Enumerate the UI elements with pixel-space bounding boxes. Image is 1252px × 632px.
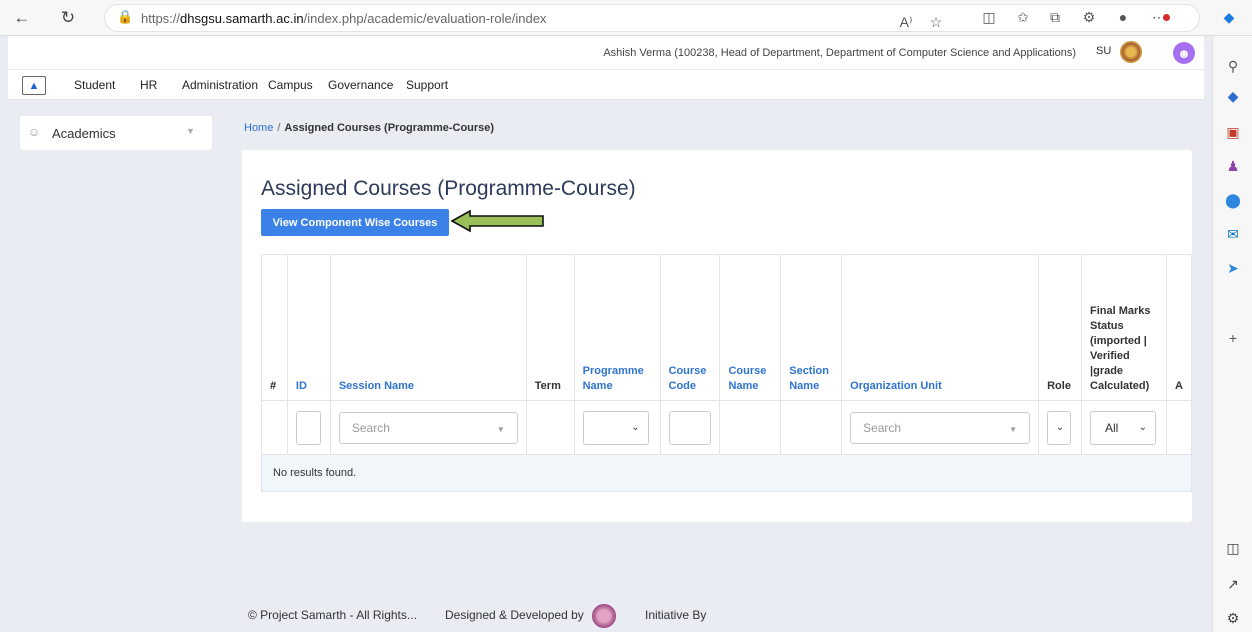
filter-cell-course-name xyxy=(719,400,782,455)
id-filter-input[interactable] xyxy=(295,410,321,445)
filter-cell-section-name xyxy=(780,400,843,455)
favorites-icon[interactable]: ✩ xyxy=(1012,6,1034,28)
send-icon[interactable]: ➤ xyxy=(1223,258,1243,278)
page-title: Assigned Courses (Programme-Course) xyxy=(261,177,636,200)
caret-down-icon: ▼ xyxy=(1009,424,1018,434)
pointer-arrow-icon xyxy=(450,209,544,233)
breadcrumb-current: Assigned Courses (Programme-Course) xyxy=(284,122,495,134)
notification-dot-icon xyxy=(1163,14,1170,21)
lock-icon: 🔒 xyxy=(117,9,134,24)
university-abbr: SU xyxy=(1096,45,1112,57)
col-course-name[interactable]: Course Name xyxy=(719,254,782,401)
footer-initiative-by: Initiative By xyxy=(645,608,707,622)
footer-copyright: © Project Samarth - All Rights... xyxy=(248,608,417,622)
university-logo[interactable] xyxy=(1120,41,1142,63)
split-screen-icon[interactable]: ◫ xyxy=(978,6,1000,28)
col-term: Term xyxy=(525,254,575,401)
sidebar-item-label: Academics xyxy=(52,126,116,141)
search-icon[interactable]: ⚲ xyxy=(1223,56,1243,76)
empty-results-message: No results found. xyxy=(261,455,1192,492)
col-final-marks-status: Final Marks Status (imported | Verified … xyxy=(1081,254,1167,401)
table-header-row: # ID Session Name Term Programme Name Co… xyxy=(261,254,1192,401)
footer-designed-by: Designed & Developed by xyxy=(445,608,584,622)
menu-item-governance[interactable]: Governance xyxy=(328,78,393,92)
role-filter-select[interactable]: ⌄ xyxy=(1047,410,1072,445)
app-header: Ashish Verma (100238, Head of Department… xyxy=(8,36,1204,70)
collections-icon[interactable]: ⧉ xyxy=(1044,6,1066,28)
chevron-down-icon: ⌄ xyxy=(1138,421,1148,433)
back-arrow-icon[interactable]: ← xyxy=(10,6,34,30)
assigned-courses-table: # ID Session Name Term Programme Name Co… xyxy=(261,254,1192,455)
users-icon: ☺ xyxy=(28,125,41,139)
filter-row: Search ▼ ⌄ Search ▼ ⌄ All ⌄ xyxy=(261,400,1192,455)
programme-filter-select[interactable]: ⌄ xyxy=(582,410,649,445)
add-icon[interactable]: + xyxy=(1223,328,1243,348)
breadcrumb: Home / Assigned Courses (Programme-Course) xyxy=(244,122,494,134)
main-menu: ▲ Student HR Administration Campus Gover… xyxy=(8,70,1204,100)
user-info: Ashish Verma (100238, Head of Department… xyxy=(603,47,1076,59)
view-component-wise-courses-button[interactable]: View Component Wise Courses xyxy=(261,209,449,236)
sidebar-item-academics[interactable]: ☺ Academics ▼ xyxy=(20,116,212,150)
url-text: https://dhsgsu.samarth.ac.in/index.php/a… xyxy=(141,11,547,26)
menu-item-support[interactable]: Support xyxy=(406,78,448,92)
games-icon[interactable]: ♟ xyxy=(1223,156,1243,176)
col-programme-name[interactable]: Programme Name xyxy=(573,254,661,401)
col-role: Role xyxy=(1038,254,1083,401)
read-aloud-icon[interactable]: A⁾ xyxy=(895,11,917,33)
col-course-code[interactable]: Course Code xyxy=(659,254,721,401)
final-marks-status-select[interactable]: All ⌄ xyxy=(1090,410,1157,445)
user-avatar-icon[interactable]: ☻ xyxy=(1173,42,1195,64)
organization-search-select[interactable]: Search ▼ xyxy=(850,411,1031,444)
final-marks-status-value: All xyxy=(1105,420,1119,435)
chevron-down-icon: ⌄ xyxy=(631,421,640,433)
breadcrumb-separator: / xyxy=(277,122,281,134)
organization-search-placeholder: Search xyxy=(863,420,902,435)
filter-cell-number xyxy=(261,400,288,455)
menu-item-campus[interactable]: Campus xyxy=(268,78,313,92)
favorite-star-icon[interactable]: ☆ xyxy=(925,11,947,33)
microsoft365-icon[interactable]: ⬤ xyxy=(1223,190,1243,210)
menu-item-student[interactable]: Student xyxy=(74,78,115,92)
content-card: Assigned Courses (Programme-Course) View… xyxy=(242,150,1192,522)
profile-icon[interactable]: ● xyxy=(1112,6,1134,28)
col-section-name[interactable]: Section Name xyxy=(780,254,843,401)
outlook-icon[interactable]: ✉ xyxy=(1223,224,1243,244)
col-number: # xyxy=(261,254,288,401)
session-search-placeholder: Search xyxy=(351,420,390,435)
course-code-filter-input[interactable] xyxy=(668,410,711,445)
col-session-name[interactable]: Session Name xyxy=(329,254,527,401)
filter-cell-term xyxy=(525,400,575,455)
filter-cell-actions xyxy=(1165,400,1192,455)
col-actions: A xyxy=(1165,254,1192,401)
browser-toolbar: ← ↻ 🔒 https://dhsgsu.samarth.ac.in/index… xyxy=(0,0,1252,36)
home-icon[interactable]: ▲ xyxy=(22,76,46,95)
menu-item-hr[interactable]: HR xyxy=(140,78,157,92)
settings-gear-icon[interactable]: ⚙ xyxy=(1223,608,1243,628)
address-bar[interactable]: 🔒 https://dhsgsu.samarth.ac.in/index.php… xyxy=(104,4,1200,32)
edge-sidebar: ⚲ ◆ ▣ ♟ ⬤ ✉ ➤ + ◫ ↗ ⚙ xyxy=(1212,36,1252,632)
extensions-icon[interactable]: ⚙ xyxy=(1078,6,1100,28)
session-search-select[interactable]: Search ▼ xyxy=(338,411,518,444)
copilot-icon[interactable]: ◆ xyxy=(1218,6,1240,28)
caret-down-icon: ▼ xyxy=(496,424,505,434)
external-link-icon[interactable]: ↗ xyxy=(1223,574,1243,594)
refresh-icon[interactable]: ↻ xyxy=(56,6,80,30)
chevron-down-icon: ▼ xyxy=(186,126,195,136)
toolbox-icon[interactable]: ▣ xyxy=(1223,122,1243,142)
col-id[interactable]: ID xyxy=(286,254,331,401)
chevron-down-icon: ⌄ xyxy=(1055,421,1065,433)
developer-logo[interactable] xyxy=(592,604,616,628)
breadcrumb-home-link[interactable]: Home xyxy=(244,122,273,134)
sidebar-toggle-icon[interactable]: ◫ xyxy=(1223,538,1243,558)
shopping-tag-icon[interactable]: ◆ xyxy=(1223,86,1243,106)
col-organization-unit[interactable]: Organization Unit xyxy=(841,254,1040,401)
menu-item-administration[interactable]: Administration xyxy=(182,78,258,92)
